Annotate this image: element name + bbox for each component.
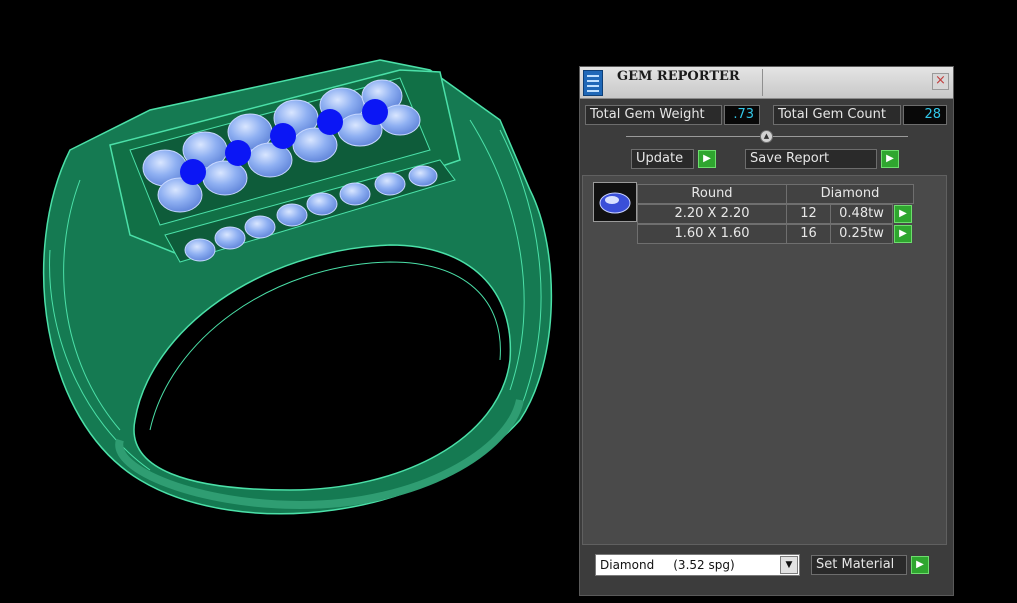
title-separator xyxy=(762,69,763,96)
material-select[interactable]: Diamond (3.52 spg) ▼ xyxy=(595,554,800,576)
row-2-count: 16 xyxy=(786,224,831,244)
panel-titlebar[interactable]: GEM REPORTER × xyxy=(580,67,953,99)
total-gem-weight-value: .73 xyxy=(724,105,760,125)
set-material-play-icon[interactable]: ▶ xyxy=(911,556,929,574)
chevron-down-icon[interactable]: ▼ xyxy=(780,556,798,574)
gem-table-area: Round Diamond 2.20 X 2.20 12 0.48tw ▶ 1.… xyxy=(582,175,947,545)
material-header: Diamond xyxy=(786,184,914,204)
shape-header: Round xyxy=(637,184,787,204)
row-2-size: 1.60 X 1.60 xyxy=(637,224,787,244)
3d-viewport[interactable] xyxy=(0,0,570,599)
update-button[interactable]: Update xyxy=(631,149,694,169)
collapse-grip-icon[interactable]: ▲ xyxy=(760,130,773,143)
row-1-count: 12 xyxy=(786,204,831,224)
total-gem-weight-label: Total Gem Weight xyxy=(585,105,722,125)
row-1-play-icon[interactable]: ▶ xyxy=(894,205,912,223)
save-report-play-icon[interactable]: ▶ xyxy=(881,150,899,168)
diamond-icon xyxy=(599,192,631,214)
total-gem-count-value: 28 xyxy=(903,105,947,125)
ring-model xyxy=(42,59,553,515)
row-2-play-icon[interactable]: ▶ xyxy=(894,225,912,243)
gem-reporter-panel: GEM REPORTER × Total Gem Weight .73 Tota… xyxy=(579,66,954,596)
set-material-button[interactable]: Set Material xyxy=(811,555,907,575)
save-report-button[interactable]: Save Report xyxy=(745,149,877,169)
row-1-size: 2.20 X 2.20 xyxy=(637,204,787,224)
round-diamond-thumbnail xyxy=(593,182,637,222)
update-play-icon[interactable]: ▶ xyxy=(698,150,716,168)
gem-reporter-icon xyxy=(583,70,603,96)
close-icon[interactable]: × xyxy=(932,73,949,90)
material-select-value: Diamond (3.52 spg) xyxy=(600,558,735,572)
panel-title: GEM REPORTER xyxy=(617,69,740,84)
row-2-weight: 0.25tw xyxy=(830,224,893,244)
total-gem-count-label: Total Gem Count xyxy=(773,105,901,125)
row-1-weight: 0.48tw xyxy=(830,204,893,224)
